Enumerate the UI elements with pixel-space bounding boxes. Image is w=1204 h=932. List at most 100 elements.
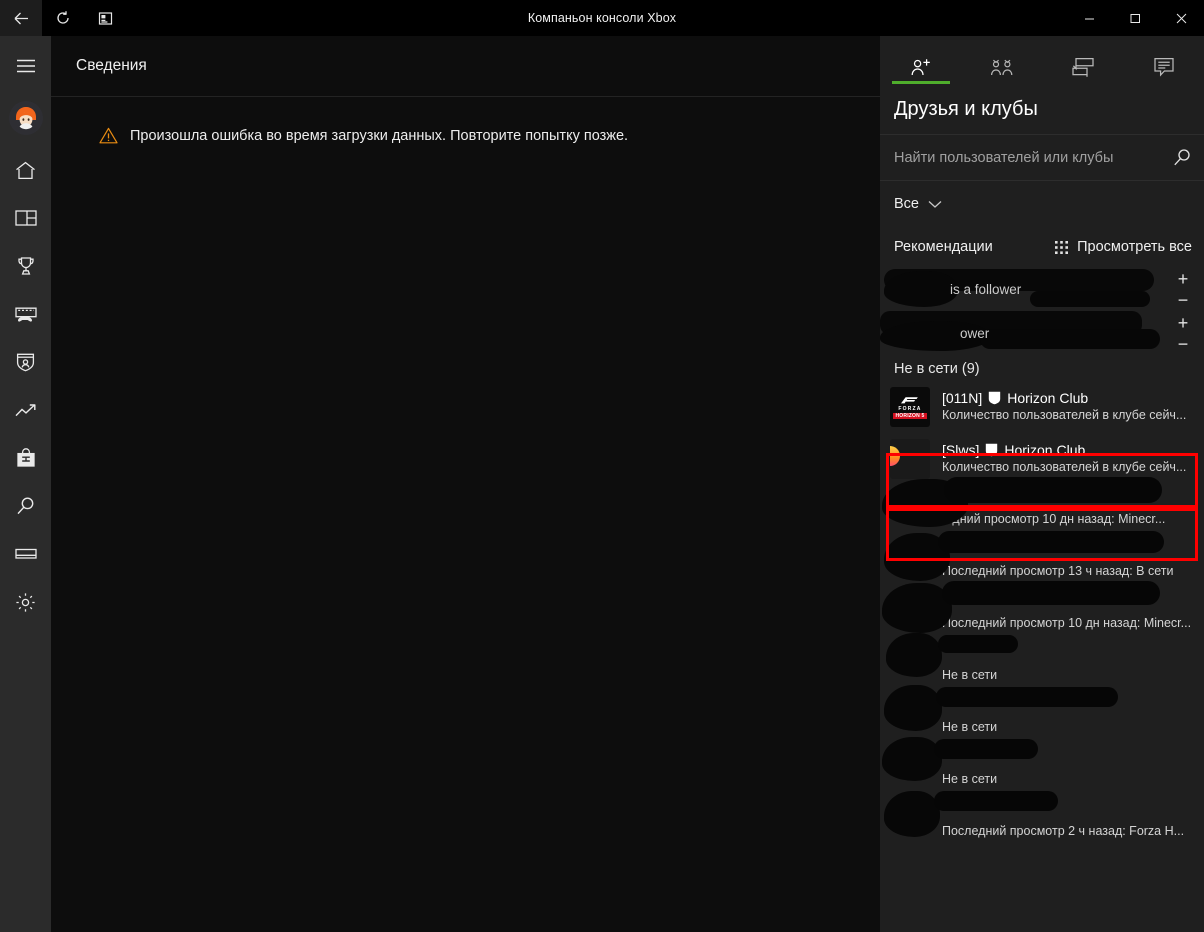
search-icon[interactable] [1173, 148, 1192, 167]
redaction-overlay [938, 531, 1164, 553]
list-item[interactable]: ...дний просмотр 10 дн назад: Minecr... [880, 477, 1204, 537]
redaction-overlay [886, 633, 942, 677]
list-item-text: Последний просмотр 2 ч назад: Forza H... [942, 806, 1194, 840]
refresh-button[interactable] [42, 0, 84, 36]
minimize-button[interactable] [1066, 0, 1112, 36]
sidebar-item-search[interactable] [0, 482, 51, 530]
warning-triangle-icon [99, 127, 118, 144]
redaction-overlay [938, 635, 1018, 653]
redaction-overlay [884, 791, 940, 837]
list-item-title: [Slws] Horizon Club [942, 442, 1194, 458]
recommendation-row[interactable]: is a follower + − [880, 267, 1204, 311]
club-thumbnail: FORZA HORIZON 5 [890, 387, 930, 427]
close-button[interactable] [1158, 0, 1204, 36]
search-row [880, 134, 1204, 181]
window-controls [1066, 0, 1204, 36]
club-shield-icon [985, 443, 998, 457]
list-item[interactable]: Не в сети [880, 633, 1204, 693]
window-title: Компаньон консоли Xbox [527, 11, 677, 25]
list-item-text: [011N] Horizon Club Количество пользоват… [942, 390, 1194, 424]
list-item[interactable]: Последний просмотр 10 дн назад: Minecr..… [880, 581, 1204, 641]
list-item[interactable]: Последний просмотр 2 ч назад: Forza H... [880, 791, 1204, 849]
sidebar-item-console[interactable] [0, 530, 51, 578]
list-item[interactable]: Не в сети [880, 737, 1204, 797]
list-item-status: ...дний просмотр 10 дн назад: Minecr... [942, 512, 1166, 526]
recommendation-name: ower [960, 325, 990, 341]
console-icon [14, 548, 37, 560]
search-input[interactable] [894, 149, 1173, 166]
hamburger-menu-button[interactable] [0, 42, 51, 90]
profile-button[interactable] [0, 90, 51, 146]
sidebar-item-achievements[interactable] [0, 242, 51, 290]
friends-list[interactable]: is a follower + − ower + − Не в сети (9)… [880, 267, 1204, 932]
redaction-overlay [936, 687, 1118, 707]
add-friend-button[interactable]: + [1170, 312, 1196, 333]
dismiss-button[interactable]: − [1170, 333, 1196, 354]
sidebar-item-clubs[interactable] [0, 338, 51, 386]
club-shield-icon [16, 352, 35, 372]
filter-dropdown[interactable]: Все [880, 181, 1204, 227]
chevron-down-icon [928, 200, 942, 209]
gameclips-icon [14, 306, 37, 323]
list-item-status: Не в сети [942, 668, 998, 682]
dismiss-button[interactable]: − [1170, 289, 1196, 310]
panel-title: Друзья и клубы [894, 97, 1038, 120]
forza-horizon-5-logo: FORZA HORIZON 5 [890, 387, 930, 427]
grid-dots-icon [1055, 240, 1069, 254]
left-navigation-rail [0, 36, 51, 932]
sidebar-item-feed[interactable] [0, 194, 51, 242]
sidebar-item-home[interactable] [0, 146, 51, 194]
club-name: Horizon Club [1007, 390, 1089, 406]
store-bag-icon [16, 448, 36, 468]
refresh-icon [55, 10, 71, 26]
list-item[interactable]: Не в сети [880, 685, 1204, 745]
error-message-row: Произошла ошибка во время загрузки данны… [51, 97, 880, 144]
tab-party[interactable] [961, 36, 1042, 84]
view-all-button[interactable]: Просмотреть все [1055, 239, 1192, 255]
list-item[interactable]: FORZA HORIZON 5 [011N] Horizon Club Коли… [880, 381, 1204, 433]
club-tag: [Slws] [942, 442, 980, 458]
message-bubble-icon [1153, 57, 1175, 77]
tab-chats[interactable] [1042, 36, 1123, 84]
main-header: Сведения [51, 36, 880, 97]
list-item-status: Последний просмотр 10 дн назад: Minecr..… [942, 616, 1192, 630]
chat-split-icon [1071, 57, 1095, 77]
recommendations-section-header: Рекомендации Просмотреть все [880, 227, 1204, 267]
trophy-icon [16, 256, 36, 276]
recommendation-name: is a follower [950, 281, 1022, 297]
maximize-button[interactable] [1112, 0, 1158, 36]
title-bar: Компаньон консоли Xbox [0, 0, 1204, 36]
add-friend-button[interactable]: + [1170, 268, 1196, 289]
layout-icon [14, 210, 37, 226]
sidebar-item-trending[interactable] [0, 386, 51, 434]
list-item-text: Не в сети [942, 702, 1194, 736]
search-icon [16, 496, 36, 516]
list-item-text: [Slws] Horizon Club Количество пользоват… [942, 442, 1194, 476]
tab-friends[interactable] [880, 36, 961, 84]
panel-tabs [880, 36, 1204, 84]
filter-label: Все [894, 196, 919, 212]
back-button[interactable] [0, 0, 42, 36]
club-shield-icon [988, 391, 1001, 405]
title-bar-left-controls [0, 0, 126, 36]
list-item-status: Не в сети [942, 772, 998, 786]
sidebar-item-settings[interactable] [0, 578, 51, 626]
redaction-overlay [942, 581, 1160, 605]
tab-messages[interactable] [1123, 36, 1204, 84]
redaction-overlay [934, 739, 1038, 759]
redaction-overlay [934, 791, 1058, 811]
club-thumbnail [890, 439, 930, 479]
screenshot-icon [98, 11, 113, 26]
recommendation-row[interactable]: ower + − [880, 311, 1204, 355]
app-window: Компаньон консоли Xbox Сведения Произошл… [0, 0, 1204, 932]
forza-wordmark: FORZA [898, 405, 922, 412]
error-message-text: Произошла ошибка во время загрузки данны… [130, 127, 629, 144]
home-icon [15, 161, 36, 180]
redaction-overlay [884, 271, 958, 307]
list-item-status: Количество пользователей в клубе сейч... [942, 408, 1187, 422]
screenshot-button[interactable] [84, 0, 126, 36]
avatar [8, 101, 43, 135]
sidebar-item-captures[interactable] [0, 290, 51, 338]
list-item-text: Не в сети [942, 650, 1194, 684]
sidebar-item-store[interactable] [0, 434, 51, 482]
